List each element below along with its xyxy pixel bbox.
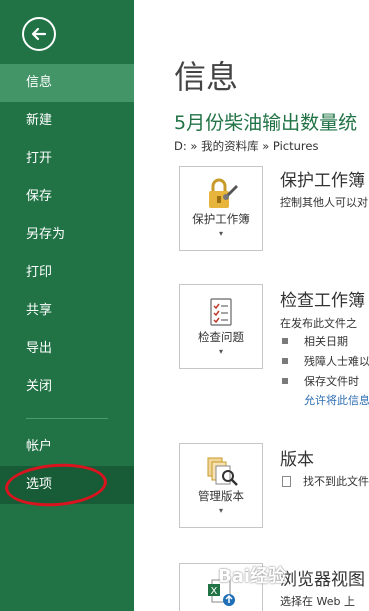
inspect-section-title: 检查工作簿 (280, 291, 365, 311)
sidebar-divider (26, 418, 108, 419)
browser-section-title: 浏览器视图 (280, 570, 365, 590)
sidebar-item-save[interactable]: 保存 (0, 178, 134, 216)
check-issues-label: 检查问题 (198, 330, 244, 344)
document-title: 5月份柴油输出数量统 (174, 112, 358, 134)
protect-section-title: 保护工作簿 (280, 171, 365, 191)
manage-versions-button[interactable]: 管理版本 ▾ (179, 443, 263, 528)
back-arrow-icon (31, 27, 47, 41)
inspect-bullet: 残障人士难以 (282, 353, 369, 369)
allow-save-info-link[interactable]: 允许将此信息 (304, 392, 369, 408)
sidebar-nav: 信息 新建 打开 保存 另存为 打印 共享 导出 关闭 (0, 64, 134, 406)
svg-text:X: X (211, 586, 218, 597)
sidebar-item-open[interactable]: 打开 (0, 140, 134, 178)
versions-section-title: 版本 (280, 450, 314, 470)
protect-workbook-label: 保护工作簿 (192, 212, 250, 226)
sidebar-nav-bottom: 帐户 选项 (0, 428, 134, 504)
lock-icon (204, 177, 240, 211)
page-title: 信息 (174, 58, 239, 96)
chevron-down-icon: ▾ (218, 347, 223, 356)
watermark: Bai经验 (218, 566, 287, 587)
versions-section-desc: 找不到此文件 (282, 473, 369, 489)
browser-section-desc: 选择在 Web 上 (280, 595, 355, 608)
sidebar-item-print[interactable]: 打印 (0, 254, 134, 292)
sidebar-item-save-as[interactable]: 另存为 (0, 216, 134, 254)
back-button[interactable] (22, 17, 56, 51)
backstage-main: 信息 5月份柴油输出数量统 D: » 我的资料库 » Pictures 保护工作… (134, 0, 369, 611)
sidebar-item-export[interactable]: 导出 (0, 330, 134, 368)
protect-section-desc: 控制其他人可以对 (280, 196, 368, 209)
sidebar-item-options[interactable]: 选项 (0, 466, 134, 504)
inspect-bullet: 相关日期 (282, 333, 348, 349)
backstage-sidebar: 信息 新建 打开 保存 另存为 打印 共享 导出 关闭 帐户 选项 (0, 0, 134, 611)
protect-workbook-button[interactable]: 保护工作簿 ▾ (179, 166, 263, 251)
sidebar-item-new[interactable]: 新建 (0, 102, 134, 140)
versions-icon (204, 454, 240, 488)
sidebar-item-info[interactable]: 信息 (0, 64, 134, 102)
chevron-down-icon: ▾ (218, 506, 223, 515)
document-path[interactable]: D: » 我的资料库 » Pictures (174, 138, 318, 154)
sidebar-item-account[interactable]: 帐户 (0, 428, 134, 466)
inspect-section-desc: 在发布此文件之 (280, 317, 357, 330)
checklist-icon (204, 295, 240, 329)
sidebar-item-share[interactable]: 共享 (0, 292, 134, 330)
sidebar-item-close[interactable]: 关闭 (0, 368, 134, 406)
check-issues-button[interactable]: 检查问题 ▾ (179, 284, 263, 369)
inspect-bullet: 保存文件时 (282, 373, 359, 389)
document-icon (282, 475, 291, 487)
chevron-down-icon: ▾ (218, 229, 223, 238)
manage-versions-label: 管理版本 (198, 489, 244, 503)
